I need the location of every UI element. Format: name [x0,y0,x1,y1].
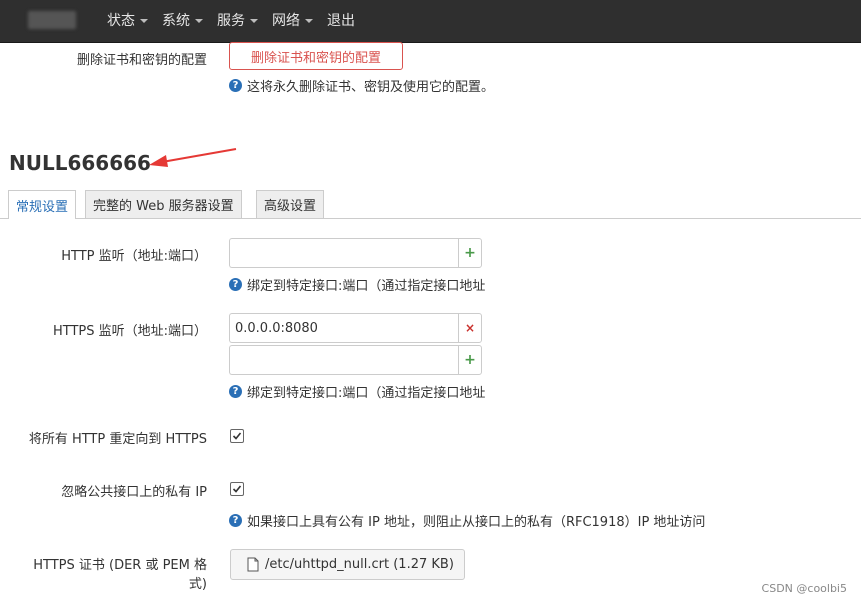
caret-down-icon [305,19,313,23]
delete-config-label: 删除证书和密钥的配置 [76,53,207,68]
brand-logo-blurred[interactable] [28,11,76,29]
https-listen-input-2[interactable] [229,345,458,375]
https-listen-help: ? 绑定到特定接口:端口（通过指定接口地址 [229,382,485,401]
redirect-https-checkbox[interactable] [230,429,244,443]
delete-config-help: ? 这将永久删除证书、密钥及使用它的配置。 [229,76,494,95]
https-cert-file-name: /etc/uhttpd_null.crt (1.27 KB) [265,557,454,572]
menu-status[interactable]: 状态 [100,0,155,42]
ignore-private-ip-label: 忽略公共接口上的私有 IP [61,485,207,500]
https-cert-label: HTTPS 证书 (DER 或 PEM 格 式) [33,556,207,594]
menu-network[interactable]: 网络 [265,0,320,42]
tab-advanced[interactable]: 高级设置 [256,190,325,218]
add-http-listen-button[interactable]: + [458,238,482,268]
menu-logout-label: 退出 [327,13,355,29]
https-listen-group-1: × [229,313,482,343]
main-menu: 状态 系统 服务 网络 退出 [100,0,362,42]
menu-services[interactable]: 服务 [210,0,265,42]
caret-down-icon [140,19,148,23]
https-listen-group-2: + [229,345,482,375]
http-listen-group: + [229,238,482,268]
caret-down-icon [195,19,203,23]
https-cert-label-line2: 式) [188,577,207,592]
file-icon [247,557,259,572]
http-listen-input[interactable] [229,238,458,268]
ignore-private-ip-help-text: 如果接口上具有公有 IP 地址，则阻止从接口上的私有（RFC1918）IP 地址… [247,515,706,530]
red-arrow-annotation [149,148,237,167]
https-listen-help-text: 绑定到特定接口:端口（通过指定接口地址 [247,386,486,401]
menu-network-label: 网络 [272,13,300,29]
https-listen-label: HTTPS 监听（地址:端口） [52,324,207,339]
tab-general[interactable]: 常规设置 [8,190,77,219]
ignore-private-ip-help: ? 如果接口上具有公有 IP 地址，则阻止从接口上的私有（RFC1918）IP … [229,511,705,530]
help-icon: ? [229,278,242,291]
watermark: CSDN @coolbi5 [761,582,847,595]
section-title: NULL666666 [9,151,151,175]
checkmark-icon [232,432,242,440]
checkmark-icon [232,485,242,493]
add-https-listen-button[interactable]: + [458,345,482,375]
menu-system[interactable]: 系统 [155,0,210,42]
caret-down-icon [250,19,258,23]
delete-config-help-text: 这将永久删除证书、密钥及使用它的配置。 [247,80,495,95]
http-listen-label: HTTP 监听（地址:端口） [61,249,207,264]
redirect-https-label: 将所有 HTTP 重定向到 HTTPS [28,432,207,447]
https-cert-file-button[interactable]: /etc/uhttpd_null.crt (1.27 KB) [230,549,465,580]
https-cert-label-line1: HTTPS 证书 (DER 或 PEM 格 [33,558,207,573]
help-icon: ? [229,79,242,92]
top-navbar: 状态 系统 服务 网络 退出 [0,0,861,43]
https-listen-input-1[interactable] [229,313,458,343]
help-icon: ? [229,385,242,398]
http-listen-help: ? 绑定到特定接口:端口（通过指定接口地址 [229,275,485,294]
menu-logout[interactable]: 退出 [320,0,362,42]
menu-services-label: 服务 [217,13,245,29]
delete-config-button[interactable]: 删除证书和密钥的配置 [229,42,403,70]
help-icon: ? [229,514,242,527]
ignore-private-ip-checkbox[interactable] [230,482,244,496]
remove-https-listen-button[interactable]: × [458,313,482,343]
http-listen-help-text: 绑定到特定接口:端口（通过指定接口地址 [247,279,486,294]
menu-status-label: 状态 [107,13,135,29]
settings-tabs: 常规设置 完整的 Web 服务器设置 高级设置 [0,190,861,219]
menu-system-label: 系统 [162,13,190,29]
tab-full-web-server[interactable]: 完整的 Web 服务器设置 [85,190,242,218]
